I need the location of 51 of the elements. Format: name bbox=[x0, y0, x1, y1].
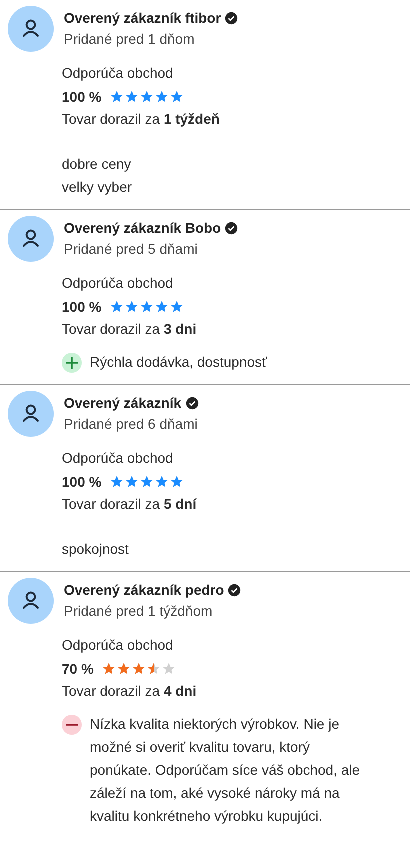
reviewer-name: Overený zákazník ftibor bbox=[64, 9, 222, 28]
star-icon bbox=[170, 300, 184, 314]
plus-icon bbox=[62, 353, 82, 373]
star-icon bbox=[116, 662, 131, 676]
comment-text: velky vyber bbox=[62, 178, 134, 197]
star-icon bbox=[124, 474, 139, 488]
star-icon bbox=[154, 300, 169, 314]
star-icon bbox=[110, 300, 124, 314]
avatar-icon bbox=[8, 578, 54, 624]
star-icon bbox=[102, 662, 116, 676]
star-icon bbox=[110, 474, 124, 488]
avatar-icon bbox=[8, 391, 54, 437]
minus-icon bbox=[62, 715, 82, 735]
star-icon bbox=[110, 90, 124, 104]
avatar-icon bbox=[8, 6, 54, 52]
star-icon bbox=[124, 90, 139, 104]
recommend-percent: 70 % bbox=[62, 660, 94, 676]
recommends-label: Odporúča obchod bbox=[62, 449, 174, 468]
star-icon bbox=[132, 662, 146, 676]
review-date: Pridané pred 1 týždňom bbox=[64, 602, 214, 621]
recommends-label: Odporúča obchod bbox=[62, 274, 174, 293]
star-icon bbox=[124, 300, 139, 314]
star-icon bbox=[154, 474, 169, 488]
review-date: Pridané pred 1 dňom bbox=[64, 30, 196, 49]
delivery-time: Tovar dorazil za 4 dni bbox=[62, 682, 198, 701]
delivery-time: Tovar dorazil za 5 dní bbox=[62, 495, 198, 514]
star-icon bbox=[170, 474, 184, 488]
avatar-icon bbox=[8, 216, 54, 262]
delivery-time: Tovar dorazil za 1 týždeň bbox=[62, 110, 221, 129]
recommend-percent: 100 % bbox=[62, 88, 102, 104]
comment-text: spokojnost bbox=[62, 540, 130, 559]
star-icon bbox=[154, 90, 169, 104]
comment-text: dobre ceny bbox=[62, 155, 132, 174]
review-date: Pridané pred 5 dňami bbox=[64, 240, 199, 259]
recommends-label: Odporúča obchod bbox=[62, 636, 174, 655]
star-icon bbox=[146, 662, 161, 676]
star-icon bbox=[170, 90, 184, 104]
star-icon bbox=[162, 662, 176, 676]
recommend-percent: 100 % bbox=[62, 298, 102, 314]
review-date: Pridané pred 6 dňami bbox=[64, 415, 199, 434]
recommends-label: Odporúča obchod bbox=[62, 64, 174, 83]
delivery-time: Tovar dorazil za 3 dni bbox=[62, 320, 198, 339]
review-point-text: Nízka kvalita niektorých výrobkov. Nie je možné si overiť kvalitu tovaru, ktorý ponúkate. Odporúčam síce váš obchod, ale záleží na tom, aké vysoké nároky má na kvalitu konkrétneho výrobku kupujúci. bbox=[90, 715, 362, 826]
recommend-percent: 100 % bbox=[62, 474, 102, 490]
star-icon bbox=[140, 300, 154, 314]
star-icon bbox=[140, 90, 154, 104]
reviewer-name: Overený zákazník bbox=[64, 394, 182, 413]
reviewer-name: Overený zákazník Bobo bbox=[64, 219, 222, 238]
review-point-text: Rýchla dodávka, dostupnosť bbox=[90, 353, 268, 372]
star-icon bbox=[140, 474, 154, 488]
reviewer-name: Overený zákazník pedro bbox=[64, 581, 224, 600]
